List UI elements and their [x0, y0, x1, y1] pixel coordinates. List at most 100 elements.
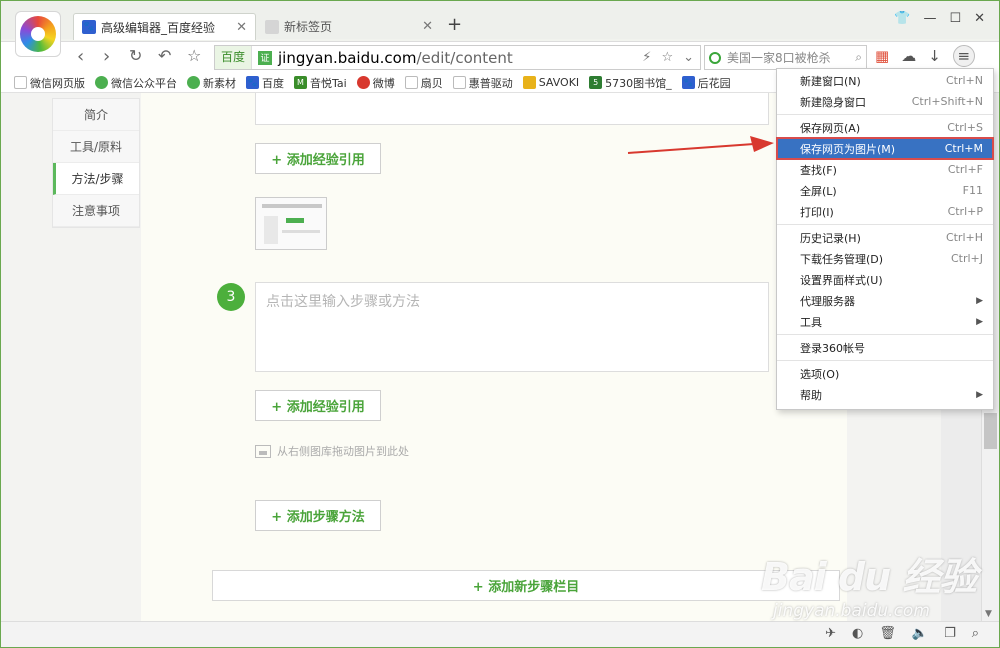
bookmark-label: SAVOKI	[538, 76, 580, 89]
arrow-shaft	[627, 143, 755, 154]
thumb-bar	[262, 204, 322, 208]
shirt-skin-icon[interactable]: 👕	[894, 11, 910, 26]
page-icon	[452, 76, 466, 89]
baidu-paw-icon: 🐾	[82, 20, 96, 34]
bookmark-item[interactable]: 🐾 百度	[246, 75, 284, 91]
new-tab-plus-icon[interactable]: +	[447, 14, 462, 35]
add-reference-button[interactable]: + 添加经验引用	[255, 143, 381, 174]
scrollbar-thumb[interactable]	[984, 413, 997, 449]
menu-shortcut: Ctrl+N	[945, 74, 983, 87]
add-reference-button[interactable]: + 添加经验引用	[255, 390, 381, 421]
add-step-method-button[interactable]: + 添加步骤方法	[255, 500, 381, 531]
bookmark-label: 微信公众平台	[111, 76, 177, 90]
menu-item-login-360[interactable]: 登录360帐号	[777, 337, 993, 358]
pin-icon[interactable]: ✈	[825, 626, 836, 641]
menu-label: 代理服务器	[800, 294, 855, 308]
360-logo-icon	[20, 16, 56, 52]
bookmark-label: 音悦Tai	[310, 76, 347, 90]
side-navigation: 简介 工具/原料 方法/步骤 注意事项	[52, 98, 140, 228]
yinyuetai-icon: M	[294, 76, 307, 89]
menu-item-new-incognito[interactable]: 新建隐身窗口 Ctrl+Shift+N	[777, 91, 993, 112]
sound-icon[interactable]: 🔈	[912, 626, 928, 641]
window-icon[interactable]: ❐	[944, 626, 956, 641]
apps-grid-icon[interactable]: ▦	[875, 47, 889, 67]
search-engine-icon	[709, 51, 721, 64]
step-image-thumbnail[interactable]	[255, 197, 327, 250]
download-icon[interactable]: ↓	[928, 47, 941, 67]
chevron-down-icon[interactable]: ⌄	[683, 50, 694, 65]
minimize-icon[interactable]: —	[923, 11, 936, 26]
watermark-url: jingyan.baidu.com	[773, 601, 930, 621]
bookmark-item[interactable]: 微信网页版	[14, 75, 85, 91]
bookmark-item[interactable]: M 音悦Tai	[294, 75, 347, 91]
close-tab-icon[interactable]: ✕	[236, 20, 247, 35]
search-icon[interactable]: ⌕	[855, 50, 862, 65]
bookmark-label: 惠普驱动	[468, 76, 513, 90]
search-box[interactable]: 美国一家8口被枪杀 ⌕	[704, 45, 867, 70]
sidenav-item-intro[interactable]: 简介	[53, 99, 139, 131]
menu-item-save-page[interactable]: 保存网页(A) Ctrl+S	[777, 117, 993, 138]
menu-item-help[interactable]: 帮助 ▶	[777, 384, 993, 405]
menu-item-theme[interactable]: 设置界面样式(U)	[777, 269, 993, 290]
menu-item-downloads[interactable]: 下载任务管理(D) Ctrl+J	[777, 248, 993, 269]
bookmark-label: 扇贝	[420, 76, 443, 90]
menu-separator	[777, 334, 993, 335]
menu-item-history[interactable]: 历史记录(H) Ctrl+H	[777, 227, 993, 248]
previous-step-input[interactable]	[255, 93, 769, 125]
bookmark-item[interactable]: 5 5730图书馆_	[589, 75, 672, 91]
menu-shortcut: Ctrl+M	[944, 142, 983, 155]
bookmark-item[interactable]: 🐾 后花园	[681, 75, 731, 91]
sidenav-item-steps[interactable]: 方法/步骤	[53, 163, 139, 195]
sidenav-item-tools[interactable]: 工具/原料	[53, 131, 139, 163]
bookmark-item[interactable]: 扇贝	[404, 75, 443, 91]
red-arrow-annotation	[627, 136, 774, 154]
bookmark-label: 新素材	[203, 76, 236, 90]
bookmark-item[interactable]: 惠普驱动	[452, 75, 513, 91]
menu-item-options[interactable]: 选项(O)	[777, 363, 993, 384]
close-tab-icon[interactable]: ✕	[422, 19, 433, 34]
toolbar-icons: ▦ ☁ ↓ ≡	[875, 45, 975, 67]
close-window-icon[interactable]: ✕	[974, 11, 985, 26]
menu-item-proxy[interactable]: 代理服务器 ▶	[777, 290, 993, 311]
menu-item-print[interactable]: 打印(I) Ctrl+P	[777, 201, 993, 222]
step-text-input[interactable]: 点击这里输入步骤或方法	[255, 282, 769, 372]
speedup-icon[interactable]: ◐	[852, 626, 863, 641]
undo-close-icon[interactable]: ↶	[158, 46, 171, 65]
search-text: 美国一家8口被枪杀	[727, 51, 831, 65]
tab-active[interactable]: 🐾 高级编辑器_百度经验 ✕	[73, 13, 256, 40]
lightning-icon[interactable]: ⚡	[642, 50, 651, 65]
cloud-icon[interactable]: ☁	[901, 47, 916, 67]
back-icon[interactable]: ‹	[77, 46, 84, 67]
menu-shortcut: Ctrl+J	[950, 252, 983, 265]
zoom-icon[interactable]: ⌕	[972, 626, 979, 641]
browser-logo[interactable]	[15, 11, 61, 57]
url-field[interactable]: 百度 证 jingyan.baidu.com/edit/content ⚡ ☆ …	[214, 45, 701, 70]
page-icon	[14, 76, 27, 89]
menu-shortcut: F11	[962, 184, 983, 197]
star-icon[interactable]: ☆	[661, 50, 673, 65]
trash-icon[interactable]: 🗑	[879, 626, 896, 641]
tab-new[interactable]: 新标签页 ✕	[257, 13, 441, 40]
bookmark-item[interactable]: SAVOKI	[522, 76, 580, 89]
bookmark-item[interactable]: 微博	[356, 75, 395, 91]
bookmark-item[interactable]: 新素材	[187, 75, 236, 91]
menu-item-find[interactable]: 查找(F) Ctrl+F	[777, 159, 993, 180]
sidenav-item-notes[interactable]: 注意事项	[53, 195, 139, 227]
page-icon	[404, 76, 418, 89]
bookmark-label: 百度	[262, 76, 284, 90]
menu-shortcut: Ctrl+H	[945, 231, 983, 244]
maximize-icon[interactable]: ☐	[949, 11, 961, 26]
reload-icon[interactable]: ↻	[129, 46, 142, 65]
menu-separator	[777, 114, 993, 115]
menu-item-tools[interactable]: 工具 ▶	[777, 311, 993, 332]
bookmark-item[interactable]: 微信公众平台	[95, 75, 177, 91]
menu-item-save-as-image[interactable]: 保存网页为图片(M) Ctrl+M	[776, 137, 994, 160]
favorite-star-icon[interactable]: ☆	[187, 46, 201, 65]
scroll-down-icon[interactable]: ▼	[985, 609, 992, 619]
menu-hamburger-icon[interactable]: ≡	[952, 45, 975, 67]
menu-item-fullscreen[interactable]: 全屏(L) F11	[777, 180, 993, 201]
forward-icon[interactable]: ›	[103, 46, 110, 67]
add-new-section-button[interactable]: + 添加新步骤栏目	[212, 570, 840, 601]
url-text: jingyan.baidu.com/edit/content	[278, 49, 642, 67]
menu-item-new-window[interactable]: 新建窗口(N) Ctrl+N	[777, 70, 993, 91]
